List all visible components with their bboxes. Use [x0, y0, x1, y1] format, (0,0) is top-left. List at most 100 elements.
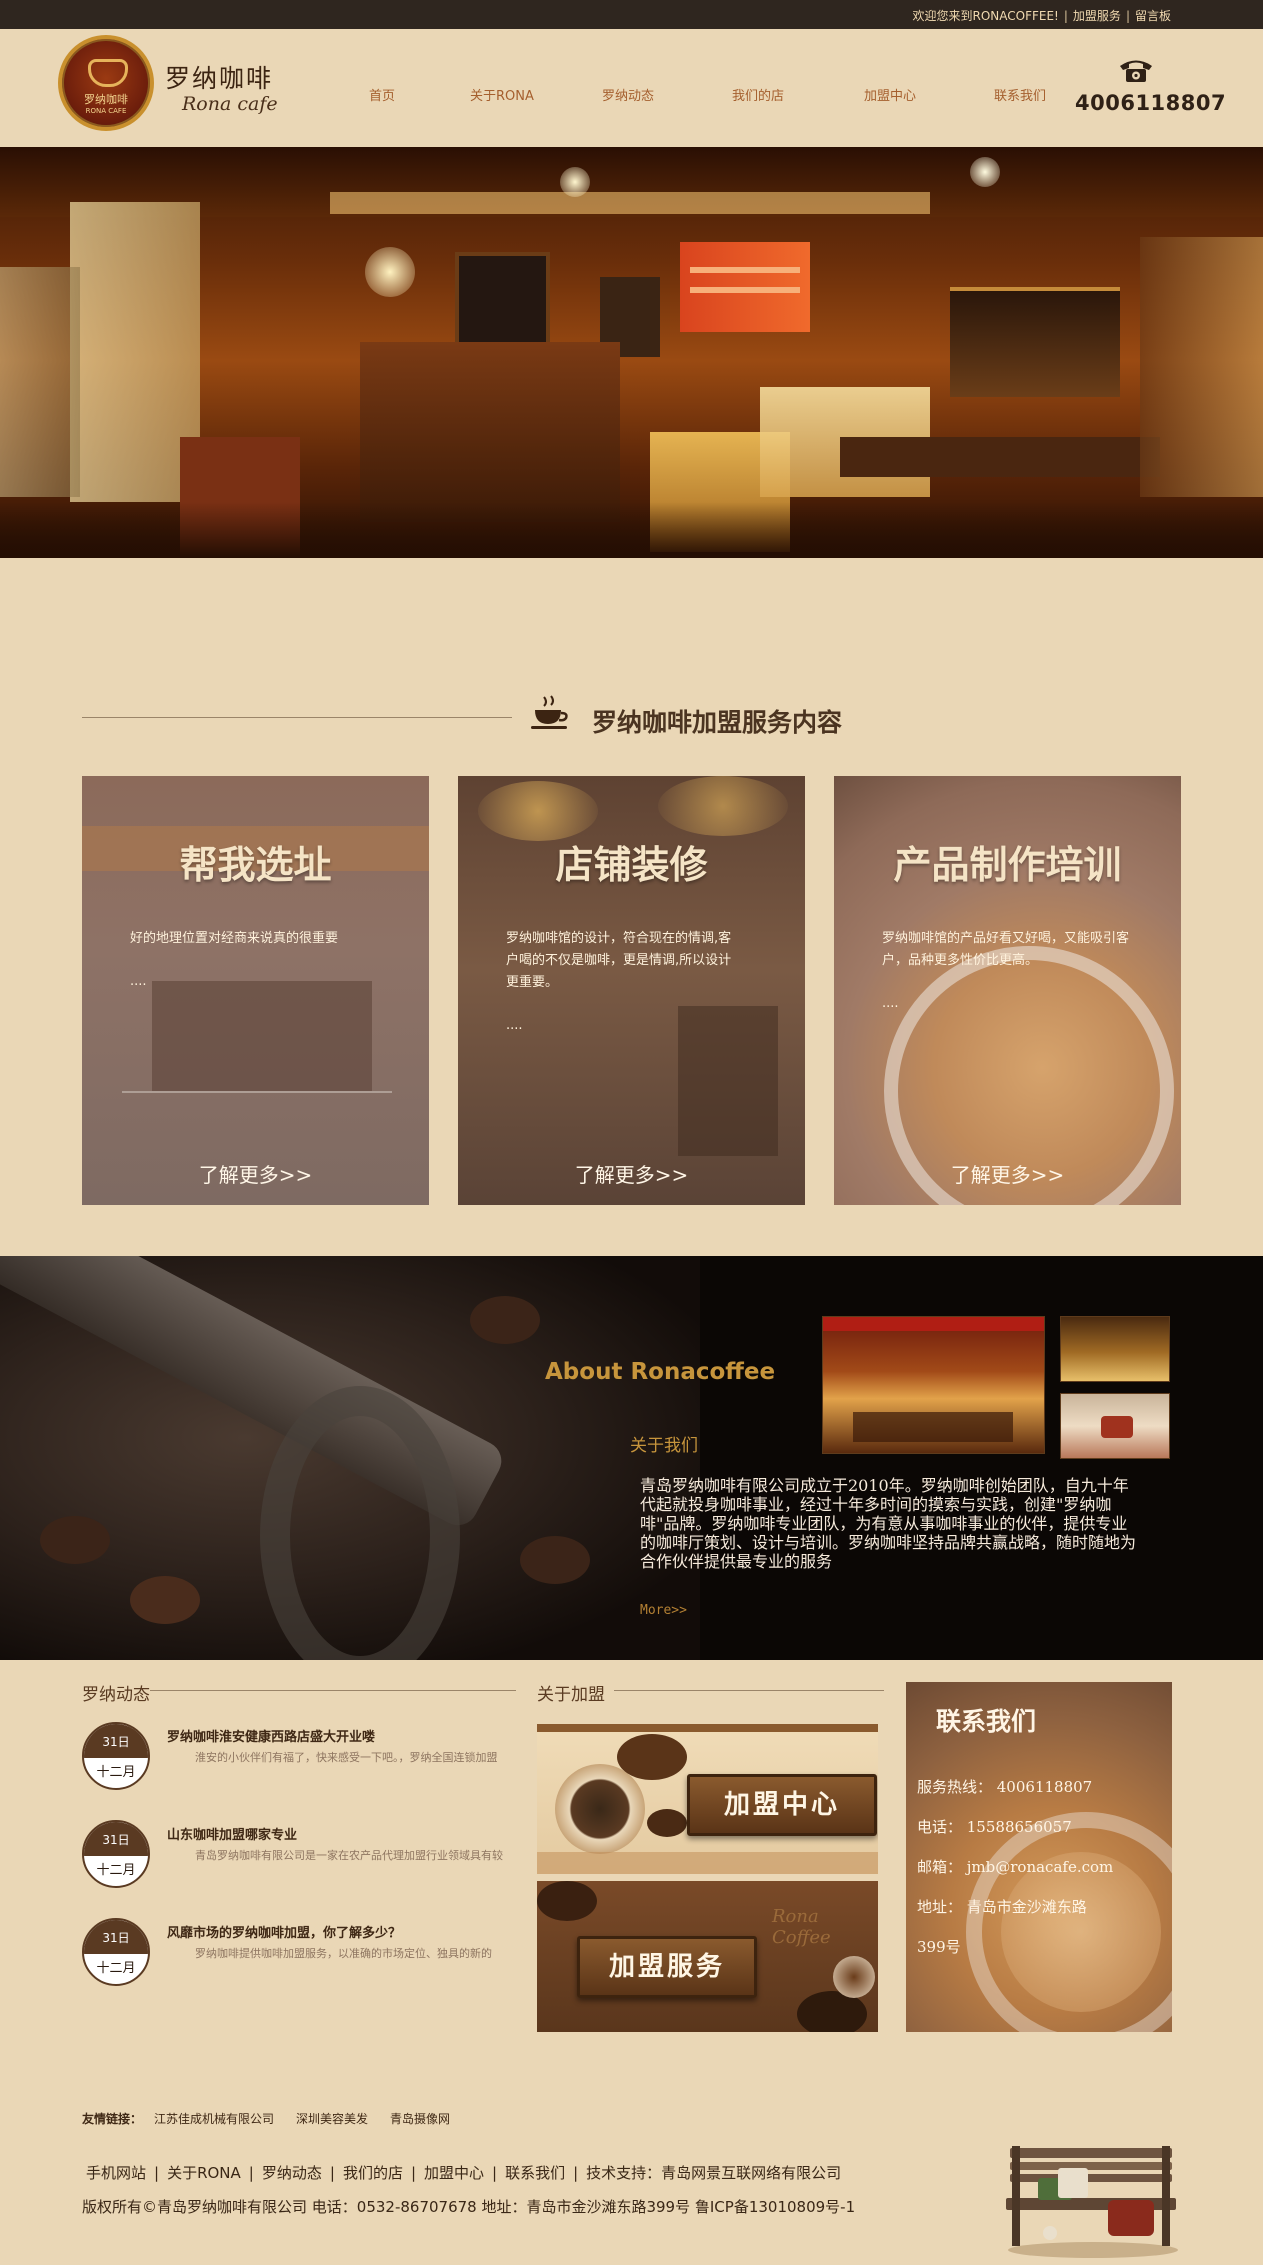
footer-link-mobile[interactable]: 手机网站	[86, 2164, 146, 2182]
card-title: 帮我选址	[179, 843, 332, 887]
news-month: 十二月	[96, 1961, 136, 1976]
card-title: 店铺装修	[555, 843, 708, 887]
card-description: 好的地理位置对经商来说真的很重要	[130, 931, 339, 946]
separator: |	[1125, 9, 1130, 23]
card-description: 罗纳咖啡馆的设计，符合现在的情调,客户喝的不仅是咖啡，更是情调,所以设计更重要。	[506, 931, 732, 990]
news-date: 31日 十二月	[82, 1820, 150, 1888]
separator: |	[154, 2164, 160, 2182]
about-description: 青岛罗纳咖啡有限公司成立于2010年。罗纳咖啡创始团队，自九十年代起就投身咖啡事…	[640, 1476, 1137, 1571]
franchise-service-link[interactable]: 加盟服务	[1073, 9, 1121, 23]
logo-title: 罗纳咖啡	[165, 64, 274, 93]
service-card-location[interactable]: 帮我选址 好的地理位置对经商来说真的很重要 .... 了解更多>>	[82, 776, 429, 1205]
coffee-cup-icon	[531, 695, 568, 729]
news-day: 31日	[84, 1822, 148, 1856]
separator: |	[329, 2164, 335, 2182]
contact-panel: 联系我们 服务热线： 4006118807 电话： 15588656057 邮箱…	[906, 1682, 1172, 2032]
news-date: 31日 十二月	[82, 1722, 150, 1790]
news-title-line	[150, 1690, 516, 1691]
learn-more-link[interactable]: 了解更多>>	[834, 1159, 1181, 1188]
news-month: 十二月	[96, 1765, 136, 1780]
cafe-interior-photo[interactable]	[822, 1316, 1045, 1454]
card-title: 产品制作培训	[893, 843, 1122, 887]
news-item[interactable]: 31日 十二月 罗纳咖啡淮安健康西路店盛大开业喽 淮安的小伙伴们有福了，快来感受…	[82, 1722, 512, 1802]
separator: |	[573, 2164, 579, 2182]
news-day: 31日	[84, 1724, 148, 1758]
about-title-cn: 关于我们	[630, 1436, 698, 1456]
news-headline[interactable]: 风靡市场的罗纳咖啡加盟，你了解多少？	[167, 1922, 401, 1941]
phone-icon	[1120, 60, 1152, 82]
footer-link-stores[interactable]: 我们的店	[343, 2164, 403, 2182]
footer-link-contact[interactable]: 联系我们	[505, 2164, 565, 2182]
separator: |	[1063, 9, 1068, 23]
footer-tech-support[interactable]: 技术支持：青岛网景互联网络有限公司	[586, 2164, 841, 2182]
friend-links: 友情链接： 江苏佳成机械有限公司 深圳美容美发 青岛摄像网	[82, 2110, 472, 2127]
franchise-service-banner[interactable]: Rona Coffee 加盟服务	[537, 1881, 878, 2032]
logo-subtitle: Rona cafe	[182, 93, 278, 115]
guestbook-link[interactable]: 留言板	[1135, 9, 1171, 23]
friend-links-label: 友情链接：	[82, 2112, 143, 2126]
copyright: 版权所有©青岛罗纳咖啡有限公司 电话：0532-86707678 地址：青岛市金…	[82, 2198, 856, 2216]
footer-link-about[interactable]: 关于RONA	[167, 2164, 241, 2182]
news-summary: 青岛罗纳咖啡有限公司是一家在农产品代理加盟行业领域具有较	[195, 1849, 503, 1862]
about-section: About Ronacoffee 关于我们 青岛罗纳咖啡有限公司成立于2010年…	[0, 1256, 1263, 1660]
badge-subtext: RONA CAFE	[85, 107, 127, 115]
join-title-line	[614, 1690, 884, 1691]
nav-franchise[interactable]: 加盟中心	[864, 85, 916, 104]
cafe-counter-photo[interactable]	[1060, 1316, 1170, 1382]
contact-email[interactable]: 邮箱： jmb@ronacafe.com	[917, 1847, 1167, 1887]
card-ellipsis: ....	[882, 996, 899, 1011]
nav-stores[interactable]: 我们的店	[732, 85, 784, 104]
contact-phone: 电话： 15588656057	[917, 1818, 1072, 1836]
contact-address: 地址： 青岛市金沙滩东路	[917, 1898, 1087, 1916]
separator: |	[248, 2164, 254, 2182]
friend-link[interactable]: 深圳美容美发	[296, 2112, 368, 2126]
top-links: 欢迎您来到RONACOFFEE! | 加盟服务 | 留言板	[913, 7, 1172, 24]
franchise-center-banner[interactable]: 加盟中心	[537, 1724, 878, 1874]
card-description: 罗纳咖啡馆的产品好看又好喝，又能吸引客户，品种更多性价比更高。	[882, 931, 1130, 968]
coffee-cup-icon	[88, 59, 128, 87]
news-headline[interactable]: 山东咖啡加盟哪家专业	[167, 1824, 297, 1843]
franchise-service-sign: 加盟服务	[577, 1936, 757, 1998]
service-card-decoration[interactable]: 店铺装修 罗纳咖啡馆的设计，符合现在的情调,客户喝的不仅是咖啡，更是情调,所以设…	[458, 776, 805, 1205]
separator: |	[410, 2164, 417, 2182]
learn-more-link[interactable]: 了解更多>>	[458, 1159, 805, 1188]
footer-nav: 手机网站 | 关于RONA | 罗纳动态 | 我们的店 | 加盟中心 | 联系我们 | 技术支持：青岛网…	[86, 2162, 841, 2183]
footer-link-news[interactable]: 罗纳动态	[262, 2164, 322, 2182]
news-headline[interactable]: 罗纳咖啡淮安健康西路店盛大开业喽	[167, 1726, 375, 1745]
friend-link[interactable]: 江苏佳成机械有限公司	[154, 2112, 274, 2126]
news-item[interactable]: 31日 十二月 山东咖啡加盟哪家专业 青岛罗纳咖啡有限公司是一家在农产品代理加盟…	[82, 1820, 512, 1900]
nav-home[interactable]: 首页	[369, 85, 395, 104]
card-ellipsis: ....	[130, 974, 147, 989]
hero-banner-image	[0, 147, 1263, 558]
friend-link[interactable]: 青岛摄像网	[390, 2112, 450, 2126]
news-month: 十二月	[96, 1863, 136, 1878]
separator: |	[492, 2164, 498, 2182]
welcome-text: 欢迎您来到RONACOFFEE!	[912, 9, 1059, 23]
learn-more-link[interactable]: 了解更多>>	[82, 1159, 429, 1188]
footer-link-franchise[interactable]: 加盟中心	[424, 2164, 484, 2182]
about-more-link[interactable]: More>>	[640, 1603, 687, 1618]
nav-contact[interactable]: 联系我们	[994, 85, 1046, 104]
badge-text: 罗纳咖啡	[84, 93, 128, 106]
service-card-training[interactable]: 产品制作培训 罗纳咖啡馆的产品好看又好喝，又能吸引客户，品种更多性价比更高。 .…	[834, 776, 1181, 1205]
contact-address-cont: 399号	[917, 1938, 961, 1956]
logo-badge[interactable]: 罗纳咖啡 RONA CAFE	[58, 35, 154, 131]
nav-about[interactable]: 关于RONA	[470, 85, 534, 104]
services-title: 罗纳咖啡加盟服务内容	[592, 708, 843, 737]
card-ellipsis: ....	[506, 1018, 523, 1033]
join-title: 关于加盟	[537, 1685, 605, 1705]
news-day: 31日	[84, 1920, 148, 1954]
nav-news[interactable]: 罗纳动态	[602, 85, 654, 104]
top-bar: 欢迎您来到RONACOFFEE! | 加盟服务 | 留言板	[0, 0, 1263, 29]
header: 罗纳咖啡 RONA CAFE 罗纳咖啡 Rona cafe 首页 关于RONA …	[0, 29, 1263, 147]
news-item[interactable]: 31日 十二月 风靡市场的罗纳咖啡加盟，你了解多少？ 罗纳咖啡提供咖啡加盟服务，…	[82, 1918, 512, 1998]
hotline-number: 4006118807	[1075, 91, 1227, 115]
news-title: 罗纳动态	[82, 1685, 150, 1705]
news-summary: 淮安的小伙伴们有福了，快来感受一下吧。，罗纳全国连锁加盟	[195, 1751, 498, 1764]
contact-title: 联系我们	[936, 1707, 1037, 1736]
bench-illustration	[1006, 2146, 1178, 2258]
news-summary: 罗纳咖啡提供咖啡加盟服务，以准确的市场定位、独具的新的	[195, 1947, 492, 1960]
contact-hotline: 服务热线： 4006118807	[917, 1778, 1093, 1796]
news-date: 31日 十二月	[82, 1918, 150, 1986]
dessert-photo[interactable]	[1060, 1393, 1170, 1459]
